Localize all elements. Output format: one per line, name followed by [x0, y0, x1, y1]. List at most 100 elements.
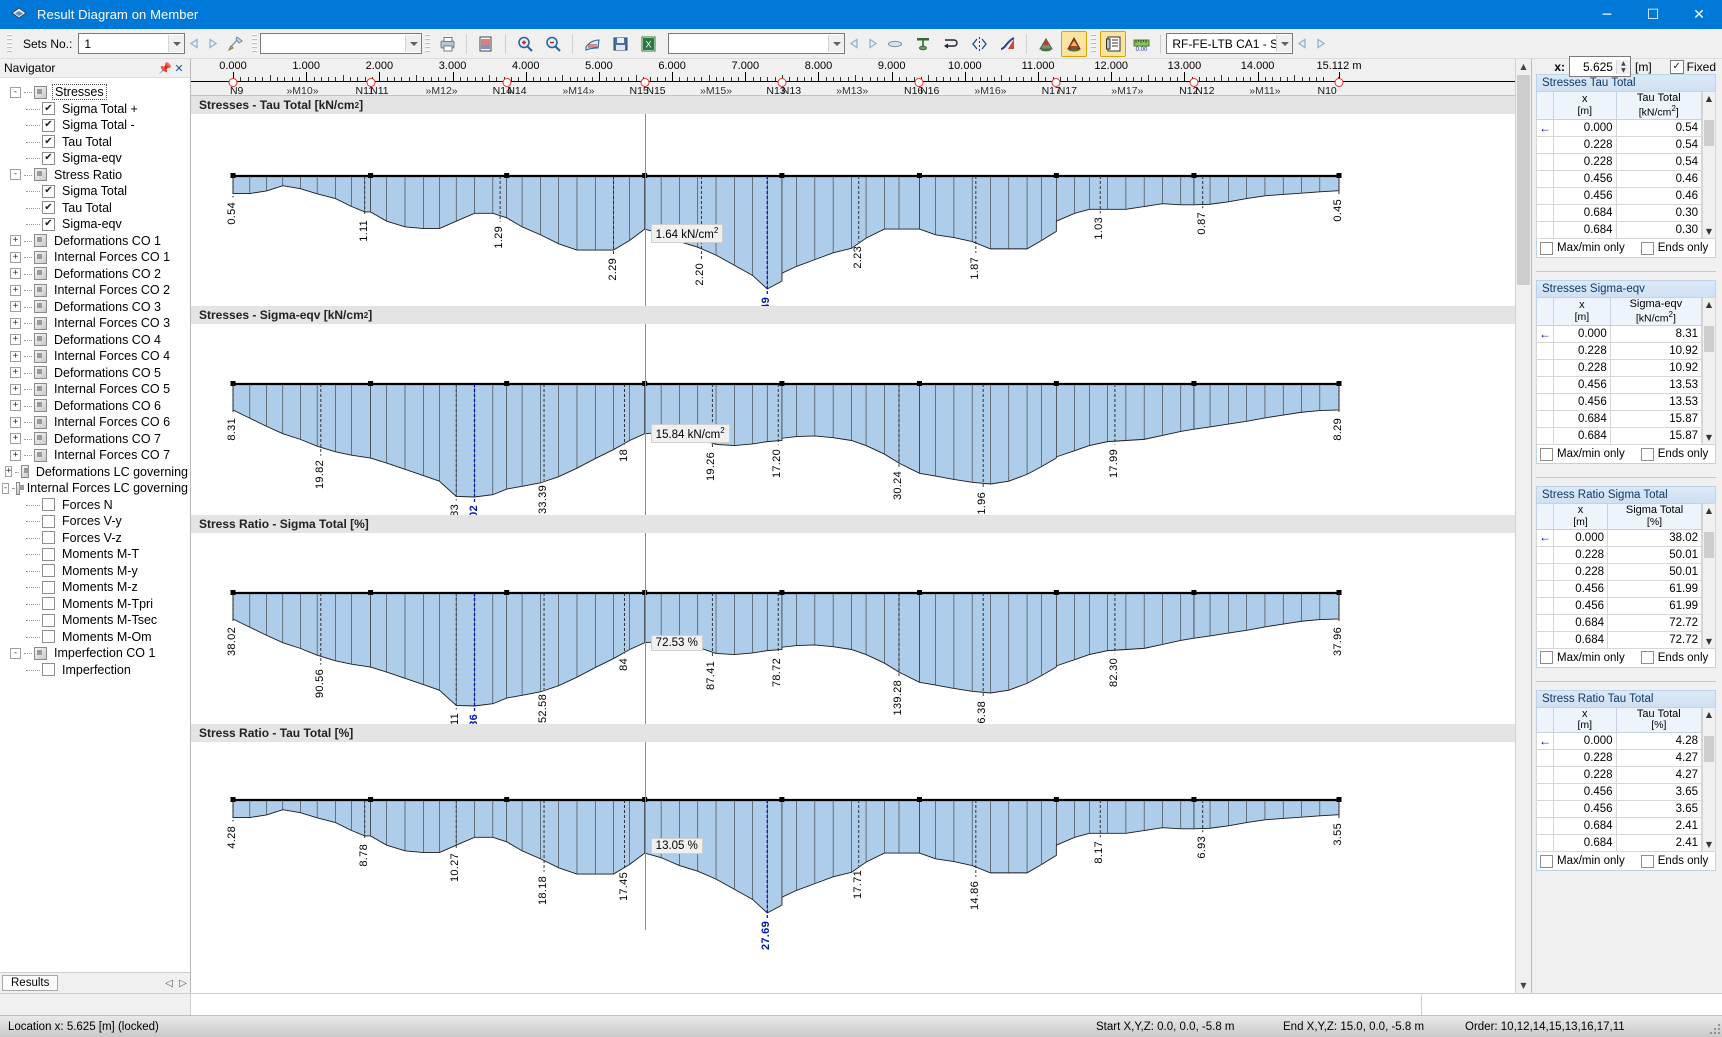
case-prev-button[interactable] — [1293, 35, 1311, 53]
nav-item-deformations-co-7[interactable]: + Deformations CO 7 — [0, 431, 190, 448]
sets-no-combo[interactable]: 1 — [78, 33, 186, 54]
diagram-panel-3[interactable]: Stress Ratio - Sigma Total [%] 38.02 90.56… — [191, 515, 1515, 749]
case-next-button[interactable] — [1311, 35, 1329, 53]
ends-only-checkbox[interactable]: Ends only — [1640, 447, 1708, 461]
table-row[interactable]: 0.684 15.87 — [1536, 427, 1703, 446]
render-result-active-icon[interactable] — [1061, 30, 1088, 57]
checkbox-forces-n[interactable] — [42, 498, 55, 512]
table-scrollbar-thumb[interactable] — [1704, 532, 1714, 559]
expand-icon[interactable]: + — [10, 383, 21, 395]
x-cursor-line[interactable] — [644, 324, 646, 515]
excel-export-icon[interactable]: X — [635, 31, 661, 57]
horizontal-ruler[interactable]: 0.000 1.000 2.000 3.000 4.000 5.000 6.000 7.000… — [191, 59, 1515, 96]
print-icon[interactable] — [434, 31, 460, 57]
nav-item-internal-forces-co-4[interactable]: + Internal Forces CO 4 — [0, 348, 190, 365]
expand-icon[interactable]: + — [10, 284, 21, 296]
table-scroll-down-icon[interactable]: ▼ — [1703, 225, 1715, 239]
folder-icon[interactable] — [34, 432, 47, 446]
nav-item-deformations-co-4[interactable]: + Deformations CO 4 — [0, 332, 190, 349]
ends-only-checkbox[interactable]: Ends only — [1640, 241, 1708, 255]
filter-prev-button[interactable] — [845, 35, 863, 53]
ruler-icon[interactable]: 0.00 — [1128, 31, 1154, 57]
maxmin-checkbox-box[interactable] — [1540, 241, 1553, 255]
scroll-left-icon[interactable]: ◁ — [162, 978, 176, 989]
table-row[interactable]: 0.456 3.65 — [1536, 783, 1703, 802]
zoom-out-icon[interactable] — [540, 31, 566, 57]
checkbox-moments-m-tsec[interactable] — [42, 613, 55, 627]
nav-item-sigma-eqv[interactable]: ✔ Sigma-eqv — [0, 150, 190, 167]
folder-icon[interactable] — [34, 333, 47, 347]
folder-icon[interactable] — [34, 267, 47, 281]
table-row[interactable]: ← 0.000 4.28 — [1536, 732, 1703, 751]
diagram-panel-1[interactable]: Stresses - Tau Total [kN/cm 2] 0.54 1.11 1.2… — [191, 96, 1515, 320]
nav-item-stresses[interactable]: - Stresses — [0, 84, 190, 101]
table-row[interactable]: 0.684 72.72 — [1536, 613, 1702, 632]
nav-item-moments-m-tsec[interactable]: Moments M-Tsec — [0, 612, 190, 629]
mirror-icon[interactable] — [966, 31, 992, 57]
x-spin-down-icon[interactable]: ▼ — [1616, 66, 1630, 74]
load-case-combo[interactable] — [260, 33, 423, 54]
nav-item-internal-forces-co-7[interactable]: + Internal Forces CO 7 — [0, 447, 190, 464]
diagram-body-3[interactable]: 38.0290.56164.11164.86152.5872.53 %8487.… — [191, 533, 1515, 749]
ends-checkbox-box[interactable] — [1640, 854, 1654, 868]
table-row[interactable]: 0.684 0.30 — [1536, 204, 1703, 223]
ends-only-checkbox[interactable]: Ends only — [1640, 651, 1708, 665]
checkbox-forces-v-z[interactable] — [42, 531, 55, 545]
table-row[interactable]: 0.228 10.92 — [1536, 359, 1703, 378]
chevron-down-icon[interactable] — [168, 35, 185, 52]
chevron-down-icon-3[interactable] — [828, 35, 845, 52]
table-scroll-up-icon[interactable]: ▲ — [1703, 298, 1715, 312]
folder-icon[interactable] — [34, 234, 47, 248]
expand-icon[interactable]: + — [10, 400, 21, 412]
diagram-plots[interactable]: Stresses - Tau Total [kN/cm 2] 0.54 1.11 1.2… — [191, 96, 1515, 993]
table-row[interactable]: 0.684 0.30 — [1536, 221, 1703, 240]
pin-icon[interactable]: 📌 — [158, 62, 172, 75]
table-row[interactable]: 0.456 0.46 — [1536, 187, 1703, 206]
smoothing-icon[interactable] — [882, 31, 908, 57]
maxmin-only-checkbox[interactable]: Max/min only — [1540, 854, 1625, 868]
maxmin-only-checkbox[interactable]: Max/min only — [1540, 651, 1625, 665]
expand-icon[interactable]: + — [10, 268, 21, 280]
toolbar-grip-2[interactable] — [252, 33, 258, 54]
table-row[interactable]: 0.228 4.27 — [1536, 766, 1703, 785]
values-table[interactable]: x [m] Tau Total [%] ← 0.000 4.28 0.228 4.27 0.228… — [1536, 706, 1703, 853]
diagram-vertical-scrollbar[interactable]: ▲ ▼ — [1515, 59, 1531, 993]
chevron-down-icon-4[interactable] — [1276, 35, 1293, 52]
checkbox-moments-m-om[interactable] — [42, 630, 55, 644]
x-spinner[interactable]: 5.625 ▲ ▼ — [1568, 56, 1631, 77]
nav-item-deformations-co-1[interactable]: + Deformations CO 1 — [0, 233, 190, 250]
navigator-tree[interactable]: - Stresses ✔ Sigma Total + ✔ Sigma Total - ✔ Ta… — [0, 78, 190, 972]
nav-item-deformations-co-6[interactable]: + Deformations CO 6 — [0, 398, 190, 415]
table-row[interactable]: 0.228 4.27 — [1536, 749, 1703, 768]
table-scroll-down-icon[interactable]: ▼ — [1703, 431, 1715, 445]
ends-checkbox-box[interactable] — [1640, 241, 1654, 255]
collapse-icon[interactable]: - — [1, 482, 10, 494]
scroll-up-icon[interactable]: ▲ — [1516, 59, 1531, 74]
maxmin-only-checkbox[interactable]: Max/min only — [1540, 447, 1625, 461]
nav-item-sigma-eqv[interactable]: ✔ Sigma-eqv — [0, 216, 190, 233]
collapse-icon[interactable]: - — [10, 169, 21, 181]
checkbox-sigma-eqv[interactable]: ✔ — [42, 217, 55, 231]
checkbox-forces-v-y[interactable] — [42, 514, 55, 528]
maxmin-only-checkbox[interactable]: Max/min only — [1540, 241, 1625, 255]
render-result-icon[interactable] — [1033, 31, 1059, 57]
filter-next-button[interactable] — [863, 35, 881, 53]
table-row[interactable]: 0.456 0.46 — [1536, 170, 1703, 189]
folder-icon[interactable] — [34, 85, 47, 99]
expand-icon[interactable]: + — [10, 449, 21, 461]
x-cursor-line[interactable] — [644, 533, 646, 724]
nav-item-stress-ratio[interactable]: - Stress Ratio — [0, 167, 190, 184]
folder-icon[interactable] — [34, 300, 47, 314]
table-row[interactable]: ← 0.000 8.31 — [1536, 325, 1703, 344]
folder-icon[interactable] — [34, 349, 47, 363]
table-scrollbar-thumb[interactable] — [1704, 326, 1714, 353]
ends-checkbox-box[interactable] — [1640, 651, 1654, 665]
nav-item-moments-m-y[interactable]: Moments M-y — [0, 563, 190, 580]
nav-item-internal-forces-co-1[interactable]: + Internal Forces CO 1 — [0, 249, 190, 266]
table-scroll-up-icon[interactable]: ▲ — [1703, 504, 1715, 518]
result-table-icon[interactable] — [1100, 30, 1127, 57]
next-set-button[interactable] — [203, 35, 221, 53]
collapse-icon[interactable]: - — [10, 647, 21, 659]
nav-item-imperfection-co-1[interactable]: - Imperfection CO 1 — [0, 645, 190, 662]
section-icon[interactable] — [938, 31, 964, 57]
